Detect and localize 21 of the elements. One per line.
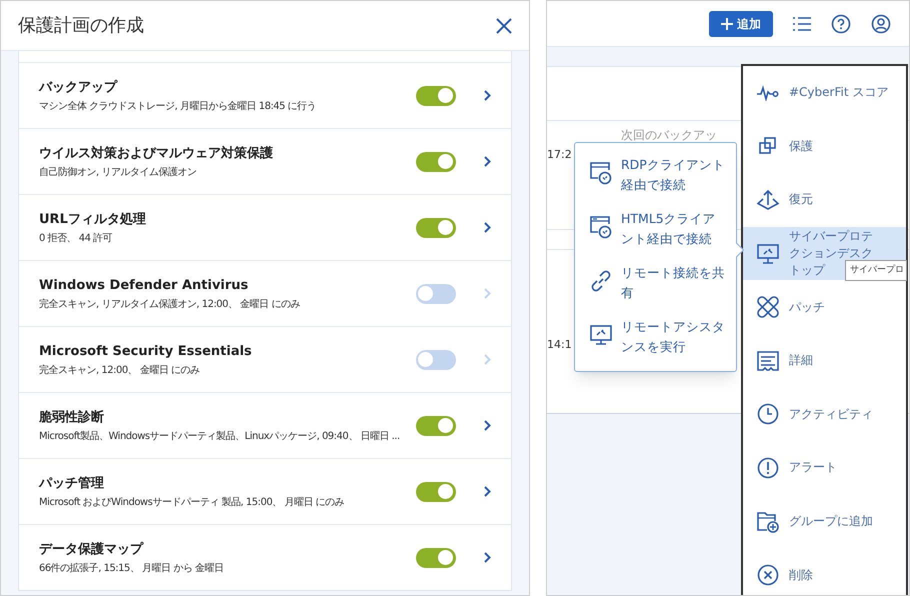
time-cell-text: 14:1 [547, 337, 572, 353]
plan-item-summary: 完全スキャン, リアルタイム保護オン, 12:00、 金曜日 にのみ [39, 298, 300, 312]
plan-item-summary: Microsoft およびWindowsサードパーティ 製品, 15:00、 月曜日 にのみ [39, 496, 344, 510]
plan-item-summary: マシン全体 クラウドストレージ, 月曜日から金曜日 18:45 に行う [39, 100, 316, 114]
time-cell-text: 17:2 [547, 147, 572, 163]
plan-item-summary: 0 拒否、 44 許可 [39, 232, 112, 246]
plan-item-summary: 66件の拡張子, 15:15、 月曜日 から 金曜日 [39, 562, 224, 576]
dialog-title: 保護計画の作成 [18, 14, 144, 38]
plan-item-title: パッチ管理 [39, 474, 105, 493]
plan-item-title: URLフィルタ処理 [39, 210, 147, 229]
plan-item-title: 脆弱性診断 [39, 408, 105, 427]
plan-item-title: ウイルス対策およびマルウェア対策保護 [39, 144, 274, 163]
plan-item-title: データ保護マップ [39, 540, 145, 559]
column-header: 次回のバックアッ [621, 127, 718, 144]
plan-item-summary: 完全スキャン, 12:00、 金曜日 にのみ [39, 364, 200, 378]
plan-item-summary: 自己防御オン, リアルタイム保護オン [39, 166, 196, 180]
plan-item-title: Microsoft Security Essentials [39, 342, 253, 361]
plan-item-title: Windows Defender Antivirus [39, 276, 250, 295]
tooltip: サイバープロ [845, 260, 907, 281]
plan-item-title: バックアップ [39, 78, 119, 97]
plan-item-summary: Microsoft製品、Windowsサードパーティ製品、Linuxパッケージ, 09:40、 日曜日 ... [39, 430, 400, 444]
